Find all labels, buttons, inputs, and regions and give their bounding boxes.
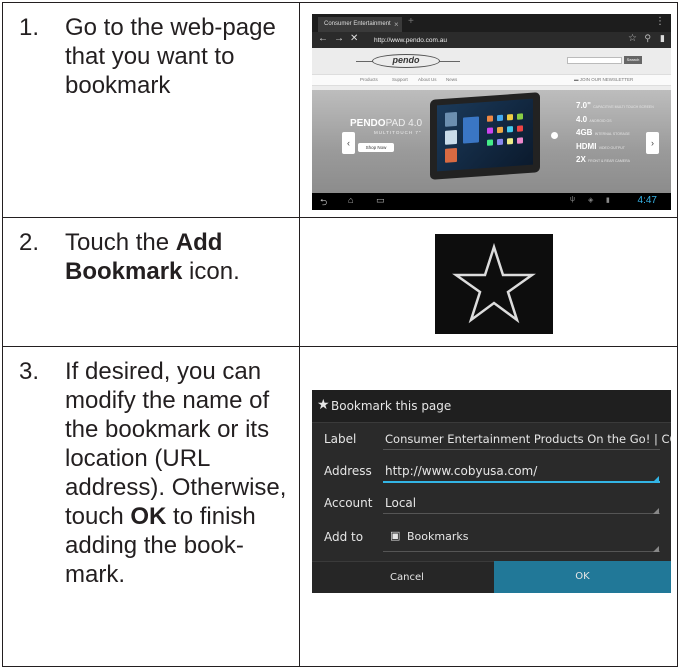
dialog-title: Bookmark this page [331,399,452,413]
add-to-row: Add to ▣ Bookmarks [312,523,671,553]
spec-item: HDMI VIDEO OUTPUT [576,141,625,151]
spec-item: 4GB INTERNAL STORAGE [576,128,630,137]
usb-icon: ψ [570,196,575,203]
cancel-button[interactable]: Cancel [312,561,494,593]
pendo-logo[interactable]: pendo [372,54,440,68]
prev-slide-button[interactable]: ‹ [342,132,355,154]
banner-title: PENDOPAD 4.0 [350,118,423,129]
download-icon: ▮ [606,197,610,204]
camera-dot [551,132,558,139]
site-search-button[interactable]: Search [624,56,642,64]
step-1: 1. Go to the web-page that you want to b… [19,13,293,100]
field-label: Add to [324,530,364,544]
step-2-text-cell: 2. Touch the Add Bookmark icon. [2,217,300,347]
site-search-input[interactable] [567,57,622,64]
step-3-image-cell: ★ Bookmark this page Label Consumer Ente… [299,346,678,667]
step-1-text-cell: 1. Go to the web-page that you want to b… [2,2,300,218]
site-menu: Products Support About Us News ▬ JOIN OU… [312,74,671,86]
shop-now-button[interactable]: Shop Now [358,143,394,152]
step-text: Go to the web-page that you want to book… [65,14,276,99]
tablet-screen [437,98,533,172]
browser-screenshot: Consumer Entertainment × + ⋮ ←→✕ http://… [312,14,671,210]
system-bar: ⮌ ⌂ ▭ ψ ◈ ▮ 4:47 [312,193,671,210]
label-field[interactable]: Consumer Entertainment Products On the G… [385,432,671,446]
search-icon[interactable]: ⚲ [644,33,651,44]
address-field[interactable]: http://www.cobyusa.com/ [385,464,537,478]
clock: 4:47 [637,195,657,206]
dropdown-corner-icon [653,546,659,552]
menu-item[interactable]: Support [392,77,408,82]
add-to-select[interactable]: Bookmarks [407,530,468,543]
label-row: Label Consumer Entertainment Products On… [312,425,671,455]
field-label: Address [324,464,372,478]
next-slide-button[interactable]: › [646,132,659,154]
url-field[interactable]: http://www.pendo.com.au [374,35,564,46]
browser-tab-bar: Consumer Entertainment × + ⋮ [312,14,671,32]
field-underline [383,513,660,514]
step-1-image-cell: Consumer Entertainment × + ⋮ ←→✕ http://… [299,2,678,218]
star-icon[interactable]: ☆ [628,33,637,44]
step-text: Touch the Add Bookmark icon. [65,229,240,285]
spec-item: 7.0" CAPACITIVE MULTI TOUCH SCREEN [576,101,654,110]
step-2-image-cell [299,217,678,347]
menu-item[interactable]: News [446,77,457,82]
new-tab-icon[interactable]: + [408,16,414,27]
menu-icon[interactable]: ⋮ [655,16,665,27]
dropdown-corner-icon [653,508,659,514]
recent-apps-icon[interactable]: ▭ [376,195,385,206]
android-icon: ◈ [588,197,594,204]
bookmark-dialog: ★ Bookmark this page Label Consumer Ente… [312,390,671,593]
home-nav-icon[interactable]: ⌂ [348,195,353,205]
step-number: 3. [19,358,40,385]
bold-term: OK [130,503,167,530]
bookmark-icon: ▣ [390,529,401,542]
dialog-title-bar: ★ Bookmark this page [312,390,671,423]
account-row: Account Local [312,489,671,519]
address-bar: ←→✕ http://www.pendo.com.au ☆ ⚲ ▮ [312,32,671,48]
step-3: 3. If desired, you can modify the name o… [19,357,293,589]
spec-item: 4.0 ANDROID OS [576,114,612,124]
account-select[interactable]: Local [385,496,416,510]
bookmarks-icon[interactable]: ▮ [660,33,665,44]
spec-item: 2X FRONT & REAR CAMERA [576,155,630,164]
spec-list: 7.0" CAPACITIVE MULTI TOUCH SCREEN 4.0 A… [576,100,654,168]
step-3-text-cell: 3. If desired, you can modify the name o… [2,346,300,667]
field-label: Label [324,432,357,446]
corner-mark [653,476,659,482]
step-2: 2. Touch the Add Bookmark icon. [19,228,293,286]
ok-button[interactable]: OK [494,561,671,593]
field-label: Account [324,496,373,510]
back-forward-icon[interactable]: ←→✕ [318,33,364,44]
step-text: If desired, you can modify the name of t… [65,358,287,588]
field-underline [383,481,660,483]
add-bookmark-icon-image [435,234,553,334]
dialog-buttons: Cancel OK [312,561,671,593]
field-underline [383,551,660,552]
field-underline [383,449,660,450]
newsletter-link[interactable]: ▬ JOIN OUR NEWSLETTER [574,77,633,82]
banner-subtitle: MULTITOUCH 7" [374,130,422,135]
step-number: 2. [19,229,40,256]
star-icon: ★ [317,397,330,413]
address-row: Address http://www.cobyusa.com/ [312,457,671,487]
web-page: pendo Search Products Support About Us N… [312,48,671,193]
step-number: 1. [19,14,40,41]
menu-item[interactable]: Products [360,77,378,82]
back-nav-icon[interactable]: ⮌ [320,195,327,210]
tab-title: Consumer Entertainment [324,21,391,27]
hero-banner: ‹ PENDOPAD 4.0 MULTITOUCH 7" Shop Now 7.… [312,90,671,193]
close-icon[interactable]: × [394,17,399,32]
tablet-image [430,92,540,180]
instructions-table: 1. Go to the web-page that you want to b… [2,2,678,667]
star-icon [452,242,536,324]
menu-item[interactable]: About Us [418,77,437,82]
browser-tab[interactable]: Consumer Entertainment × [318,17,402,32]
